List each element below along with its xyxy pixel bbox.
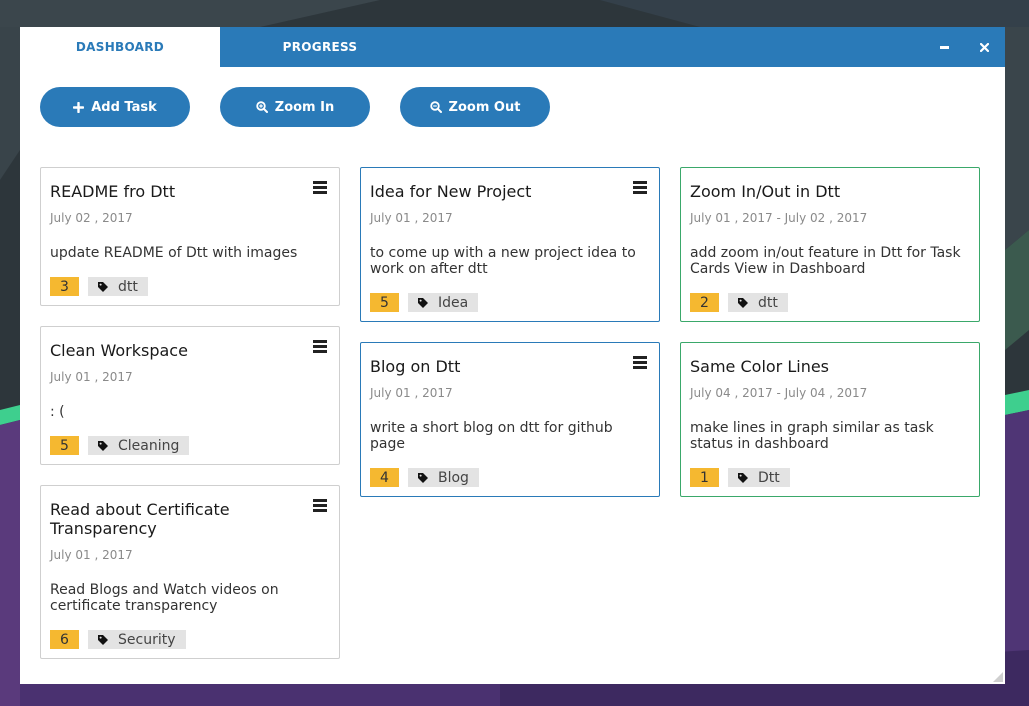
task-card[interactable]: Read about Certificate Transparency July… <box>40 485 340 659</box>
plus-icon <box>73 101 85 113</box>
priority-badge: 5 <box>370 293 399 312</box>
card-footer: 5 Cleaning <box>50 436 190 455</box>
close-button[interactable] <box>974 37 994 57</box>
card-date: July 04 , 2017 - July 04 , 2017 <box>690 386 868 400</box>
priority-badge: 4 <box>370 468 399 487</box>
card-description: update README of Dtt with images <box>50 245 298 261</box>
add-task-button[interactable]: Add Task <box>40 87 190 127</box>
card-title: Clean Workspace <box>50 341 188 360</box>
tag-label: dtt <box>118 278 138 295</box>
card-title: Same Color Lines <box>690 357 830 376</box>
priority-badge: 3 <box>50 277 79 296</box>
card-description: add zoom in/out feature in Dtt for Task … <box>690 245 961 277</box>
tag-icon <box>738 297 748 308</box>
card-footer: 6 Security <box>50 630 186 649</box>
minimize-icon <box>939 45 949 49</box>
tag-label: Idea <box>438 294 469 311</box>
tag-badge: Security <box>88 630 186 649</box>
tag-badge: dtt <box>88 277 148 296</box>
card-title: Idea for New Project <box>370 182 532 201</box>
minimize-button[interactable] <box>934 37 954 57</box>
zoom-out-label: Zoom Out <box>448 99 521 115</box>
tab-progress[interactable]: PROGRESS <box>220 27 420 67</box>
card-date: July 01 , 2017 <box>370 211 453 225</box>
task-card[interactable]: Clean Workspace July 01 , 2017 : ( 5 Cle… <box>40 326 340 465</box>
tag-badge: Cleaning <box>88 436 190 455</box>
tag-badge: Dtt <box>728 468 790 487</box>
card-footer: 3 dtt <box>50 277 148 296</box>
card-description: write a short blog on dtt for github pag… <box>370 420 613 452</box>
card-date: July 01 , 2017 <box>370 386 453 400</box>
task-card[interactable]: Idea for New Project July 01 , 2017 to c… <box>360 167 660 322</box>
card-footer: 4 Blog <box>370 468 479 487</box>
hamburger-menu-icon[interactable] <box>313 340 327 353</box>
card-title: Blog on Dtt <box>370 357 461 376</box>
card-date: July 02 , 2017 <box>50 211 133 225</box>
task-card[interactable]: Zoom In/Out in Dtt July 01 , 2017 - July… <box>680 167 980 322</box>
zoom-in-icon <box>256 101 268 113</box>
resize-grip-icon[interactable] <box>991 670 1003 682</box>
tag-badge: Idea <box>408 293 479 312</box>
card-title: Read about Certificate Transparency <box>50 500 230 538</box>
tag-badge: dtt <box>728 293 788 312</box>
zoom-in-label: Zoom In <box>274 99 335 115</box>
card-description: Read Blogs and Watch videos on certifica… <box>50 582 279 614</box>
card-description: to come up with a new project idea to wo… <box>370 245 636 277</box>
title-bar: DASHBOARD PROGRESS <box>20 27 1005 67</box>
zoom-out-button[interactable]: Zoom Out <box>400 87 550 127</box>
card-date: July 01 , 2017 - July 02 , 2017 <box>690 211 868 225</box>
task-card[interactable]: Blog on Dtt July 01 , 2017 write a short… <box>360 342 660 497</box>
priority-badge: 5 <box>50 436 79 455</box>
card-date: July 01 , 2017 <box>50 370 133 384</box>
tag-label: Security <box>118 631 176 648</box>
hamburger-menu-icon[interactable] <box>313 499 327 512</box>
tag-label: dtt <box>758 294 778 311</box>
priority-badge: 2 <box>690 293 719 312</box>
tag-icon <box>98 440 108 451</box>
close-icon <box>979 42 989 52</box>
card-footer: 2 dtt <box>690 293 788 312</box>
hamburger-menu-icon[interactable] <box>633 356 647 369</box>
card-footer: 5 Idea <box>370 293 479 312</box>
tag-icon <box>98 634 108 645</box>
tag-icon <box>418 472 428 483</box>
tag-label: Cleaning <box>118 437 180 454</box>
hamburger-menu-icon[interactable] <box>633 181 647 194</box>
zoom-in-button[interactable]: Zoom In <box>220 87 370 127</box>
zoom-out-icon <box>429 101 442 113</box>
tab-dashboard[interactable]: DASHBOARD <box>20 27 220 67</box>
add-task-label: Add Task <box>91 99 157 115</box>
card-date: July 01 , 2017 <box>50 548 133 562</box>
tag-badge: Blog <box>408 468 479 487</box>
tag-icon <box>738 472 748 483</box>
card-title: Zoom In/Out in Dtt <box>690 182 841 201</box>
app-window: DASHBOARD PROGRESS Add Task Zoom In Zoom… <box>20 27 1005 684</box>
card-description: make lines in graph similar as task stat… <box>690 420 934 452</box>
priority-badge: 1 <box>690 468 719 487</box>
tag-icon <box>418 297 428 308</box>
tag-icon <box>98 281 108 292</box>
priority-badge: 6 <box>50 630 79 649</box>
hamburger-menu-icon[interactable] <box>313 181 327 194</box>
tag-label: Dtt <box>758 469 780 486</box>
card-description: : ( <box>50 404 65 420</box>
task-card[interactable]: Same Color Lines July 04 , 2017 - July 0… <box>680 342 980 497</box>
card-title: README fro Dtt <box>50 182 176 201</box>
tag-label: Blog <box>438 469 469 486</box>
task-card[interactable]: README fro Dtt July 02 , 2017 update REA… <box>40 167 340 306</box>
card-footer: 1 Dtt <box>690 468 790 487</box>
